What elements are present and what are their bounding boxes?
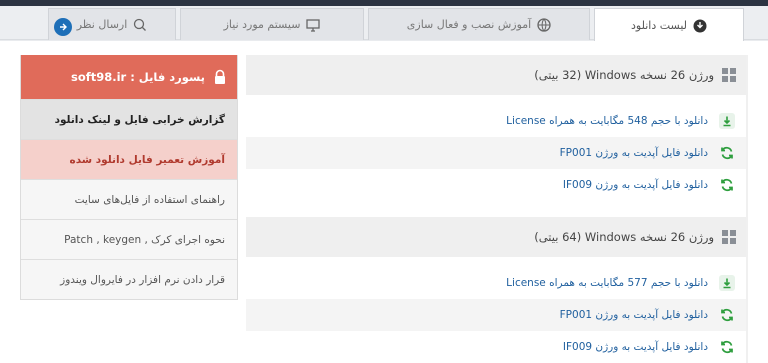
sidebar-item-label: گزارش خرابی فایل و لینک دانلود (54, 113, 225, 126)
windows-icon (722, 68, 736, 82)
download-link-label: دانلود با حجم 548 مگابایت به همراه Licen… (506, 115, 708, 127)
windows-icon (722, 230, 736, 244)
download-icon (718, 274, 736, 292)
download-icon (718, 112, 736, 130)
download-circle-icon (693, 19, 707, 33)
monitor-icon (306, 18, 321, 32)
sidebar-item-label: راهنمای استفاده از فایل‌های سایت (74, 193, 225, 206)
chat-icon (133, 18, 147, 32)
refresh-icon (718, 176, 736, 194)
sidebar-item-usage-guide[interactable]: راهنمای استفاده از فایل‌های سایت (21, 179, 237, 219)
download-link[interactable]: دانلود فایل آپدیت به ورژن IF009 (246, 331, 746, 363)
sidebar-item-label: آموزش تعمیر فایل دانلود شده (69, 153, 225, 166)
refresh-icon (718, 306, 736, 324)
sidebar-item-label: نحوه اجرای کرک , Patch , keygen (64, 233, 225, 246)
download-link-label: دانلود فایل آپدیت به ورژن IF009 (562, 179, 708, 191)
arrow-icon (60, 23, 67, 31)
download-list: دانلود با حجم 577 مگابایت به همراه Licen… (246, 257, 746, 363)
download-link[interactable]: دانلود فایل آپدیت به ورژن IF009 (246, 169, 746, 201)
tab-install-guide[interactable]: آموزش نصب و فعال سازی (368, 8, 590, 40)
download-link[interactable]: دانلود فایل آپدیت به ورژن FP001 (246, 137, 746, 169)
sidebar-item-report-broken[interactable]: گزارش خرابی فایل و لینک دانلود (21, 99, 237, 139)
sidebar-item-label: قرار دادن نرم افزار در فایروال ویندوز (60, 273, 225, 286)
floating-chat-button[interactable] (54, 18, 72, 36)
sidebar-item-crack-guide[interactable]: نحوه اجرای کرک , Patch , keygen (21, 219, 237, 259)
main-panel: پسورد فایل : soft98.ir گزارش خرابی فایل … (0, 41, 768, 363)
password-label: پسورد فایل : soft98.ir (70, 70, 205, 84)
download-link-label: دانلود با حجم 577 مگابایت به همراه Licen… (506, 277, 708, 289)
section-header-64bit: ورژن 26 نسخه Windows (64 بیتی) (246, 217, 746, 257)
tab-label: ارسال نظر (76, 18, 128, 31)
refresh-icon (718, 144, 736, 162)
refresh-icon (718, 338, 736, 356)
section-title: ورژن 26 نسخه Windows (64 بیتی) (534, 230, 714, 244)
tab-label: لیست دانلود (630, 19, 688, 32)
password-box: پسورد فایل : soft98.ir (21, 55, 237, 99)
tab-system-requirements[interactable]: سیستم مورد نیاز (180, 8, 364, 40)
download-link-label: دانلود فایل آپدیت به ورژن FP001 (559, 309, 708, 321)
lock-icon (213, 69, 227, 85)
download-list: دانلود با حجم 548 مگابایت به همراه Licen… (246, 95, 746, 211)
divider (746, 55, 748, 363)
section-title: ورژن 26 نسخه Windows (32 بیتی) (534, 68, 714, 82)
tab-download-list[interactable]: لیست دانلود (594, 8, 744, 42)
sidebar-item-repair-guide[interactable]: آموزش تعمیر فایل دانلود شده (21, 139, 237, 179)
download-link[interactable]: دانلود با حجم 577 مگابایت به همراه Licen… (246, 267, 746, 299)
tab-label: سیستم مورد نیاز (223, 18, 301, 31)
download-link[interactable]: دانلود با حجم 548 مگابایت به همراه Licen… (246, 105, 746, 137)
download-link-label: دانلود فایل آپدیت به ورژن FP001 (559, 147, 708, 159)
sidebar-item-firewall-guide[interactable]: قرار دادن نرم افزار در فایروال ویندوز (21, 259, 237, 299)
download-link-label: دانلود فایل آپدیت به ورژن IF009 (562, 341, 708, 353)
sidebar: پسورد فایل : soft98.ir گزارش خرابی فایل … (20, 55, 238, 300)
globe-icon (537, 17, 551, 32)
tab-label: آموزش نصب و فعال سازی (406, 18, 532, 31)
download-content: ورژن 26 نسخه Windows (32 بیتی) دانلود با… (246, 55, 746, 363)
download-link[interactable]: دانلود فایل آپدیت به ورژن FP001 (246, 299, 746, 331)
section-header-32bit: ورژن 26 نسخه Windows (32 بیتی) (246, 55, 746, 95)
tab-bar: لیست دانلود آموزش نصب و فعال سازی سیستم … (0, 6, 768, 42)
